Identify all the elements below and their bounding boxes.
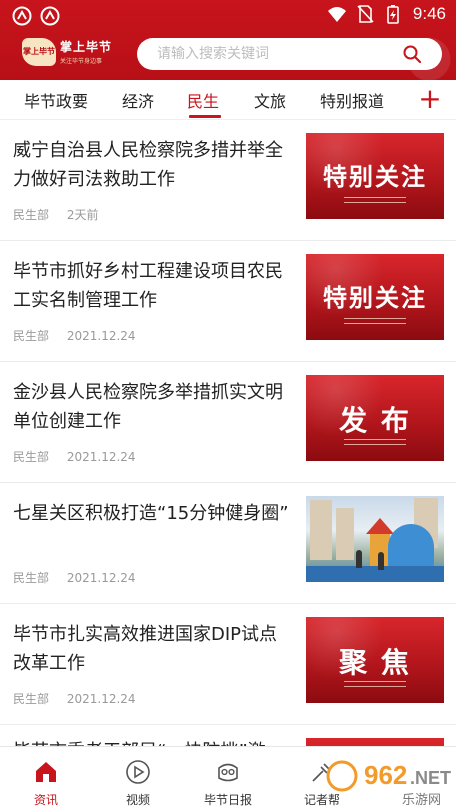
- tab-bijie-politics[interactable]: 毕节政要: [24, 88, 88, 112]
- app-logo: 掌上毕节 掌上毕节 关注毕节身边事: [22, 36, 134, 70]
- logo-title: 掌上毕节: [60, 40, 113, 54]
- news-thumbnail: 聚 焦: [306, 617, 444, 703]
- nav-label: 毕节日报: [203, 793, 252, 807]
- tab-special-report[interactable]: 特别报道: [320, 88, 384, 112]
- thumb-text: 特别关注: [323, 284, 427, 312]
- news-time: 2天前: [66, 208, 99, 222]
- search-icon[interactable]: [402, 44, 422, 64]
- tab-livelihood[interactable]: 民生: [187, 88, 219, 112]
- svg-text:.NET: .NET: [410, 768, 451, 788]
- news-item[interactable]: 七星关区积极打造“15分钟健身圈” 民生部 2021.12.24: [0, 483, 456, 604]
- nav-news[interactable]: 资讯: [6, 753, 86, 809]
- logo-badge: 掌上毕节: [22, 38, 56, 66]
- news-time: 2021.12.24: [66, 692, 136, 706]
- thumb-stripe: [344, 439, 406, 445]
- thumb-stripe: [344, 197, 406, 203]
- news-title: 七星关区积极打造“15分钟健身圈”: [13, 503, 289, 524]
- home-icon: [36, 762, 56, 782]
- person-figure: [356, 550, 362, 568]
- nav-video[interactable]: 视频: [98, 753, 178, 809]
- thumb-stripe: [344, 681, 406, 687]
- tab-economy[interactable]: 经济: [122, 88, 154, 112]
- news-thumbnail: [306, 738, 444, 746]
- no-sim-icon: [357, 5, 374, 23]
- status-time: 9:46: [412, 4, 446, 23]
- news-title: 毕节市委老干部局“一快防挑”激: [13, 737, 266, 746]
- building-shape: [336, 508, 354, 560]
- logo-subtitle: 关注毕节身边事: [60, 58, 103, 65]
- news-meta: 民生部 2021.12.24: [13, 569, 150, 586]
- news-source: 民生部: [13, 329, 50, 343]
- news-list: 威宁自治县人民检察院多措并举全力做好司法救助工作 民生部 2天前 特别关注 毕节…: [0, 120, 456, 746]
- news-thumbnail-photo: [306, 496, 444, 582]
- app-header: 9:46 掌上毕节 掌上毕节 关注毕节身边事: [0, 0, 456, 80]
- app-notification-icon: [40, 6, 60, 26]
- svg-text:乐游网: 乐游网: [402, 793, 441, 808]
- add-tab-button[interactable]: +: [418, 84, 442, 114]
- news-meta: 民生部 2021.12.24: [13, 448, 150, 465]
- news-item[interactable]: 毕节市扎实高效推进国家DIP试点改革工作 民生部 2021.12.24 聚 焦: [0, 604, 456, 725]
- thumb-text: 发 布: [339, 404, 411, 437]
- news-title: 毕节市扎实高效推进国家DIP试点改革工作: [13, 624, 278, 674]
- search-box[interactable]: [137, 38, 442, 70]
- news-source: 民生部: [13, 450, 50, 464]
- thumb-text: 聚 焦: [339, 646, 411, 679]
- tab-culture-tourism[interactable]: 文旅: [254, 88, 286, 112]
- thumb-text: 特别关注: [323, 163, 427, 191]
- playground-roof: [366, 518, 394, 534]
- nav-label: 视频: [125, 793, 150, 807]
- app-notification-icon: [12, 6, 32, 26]
- playground-slide: [388, 524, 434, 568]
- news-title: 金沙县人民检察院多举措抓实文明单位创建工作: [13, 382, 283, 432]
- status-bar: 9:46: [0, 0, 456, 32]
- play-icon: [126, 760, 150, 784]
- news-meta: 民生部 2021.12.24: [13, 327, 150, 344]
- news-meta: 民生部 2021.12.24: [13, 690, 150, 707]
- newspaper-icon: [218, 763, 238, 782]
- news-item[interactable]: 威宁自治县人民检察院多措并举全力做好司法救助工作 民生部 2天前 特别关注: [0, 120, 456, 241]
- thumb-stripe: [344, 318, 406, 324]
- news-thumbnail: 特别关注: [306, 254, 444, 340]
- news-time: 2021.12.24: [66, 329, 136, 343]
- nav-label: 资讯: [33, 793, 58, 807]
- person-figure: [378, 552, 384, 570]
- news-time: 2021.12.24: [66, 450, 136, 464]
- news-source: 民生部: [13, 208, 50, 222]
- site-watermark-logo: 962 .NET 乐游网: [326, 760, 451, 808]
- category-tabs: 毕节政要 经济 民生 文旅 特别报道 +: [0, 80, 456, 120]
- nav-bijie-daily[interactable]: 毕节日报: [188, 753, 268, 809]
- news-title: 威宁自治县人民检察院多措并举全力做好司法救助工作: [13, 140, 283, 190]
- search-input[interactable]: [157, 44, 397, 64]
- news-thumbnail: 特别关注: [306, 133, 444, 219]
- playground-ground: [306, 566, 444, 582]
- battery-charging-icon: [387, 5, 399, 24]
- news-meta: 民生部 2天前: [13, 206, 112, 223]
- news-title: 毕节市抓好乡村工程建设项目农民工实名制管理工作: [13, 261, 283, 311]
- news-item[interactable]: 金沙县人民检察院多举措抓实文明单位创建工作 民生部 2021.12.24 发 布: [0, 362, 456, 483]
- news-time: 2021.12.24: [66, 571, 136, 585]
- active-tab-indicator: [189, 115, 221, 118]
- wifi-icon: [327, 7, 346, 22]
- news-source: 民生部: [13, 571, 50, 585]
- news-thumbnail: 发 布: [306, 375, 444, 461]
- news-source: 民生部: [13, 692, 50, 706]
- svg-text:962: 962: [364, 760, 407, 790]
- news-item[interactable]: 毕节市抓好乡村工程建设项目农民工实名制管理工作 民生部 2021.12.24 特…: [0, 241, 456, 362]
- news-item-partial[interactable]: 毕节市委老干部局“一快防挑”激: [0, 725, 456, 746]
- building-shape: [310, 500, 332, 560]
